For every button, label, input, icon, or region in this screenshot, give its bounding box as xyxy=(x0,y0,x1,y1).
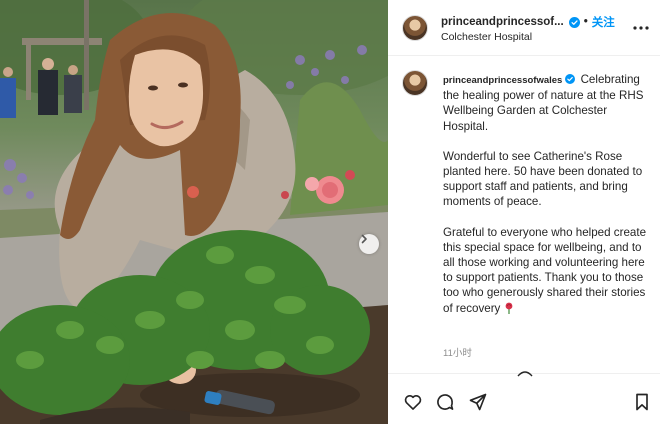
post-image[interactable] xyxy=(0,0,388,424)
chevron-right-icon xyxy=(361,234,367,244)
share-icon[interactable] xyxy=(468,392,488,412)
follow-button[interactable]: 关注 xyxy=(592,14,615,30)
scroll-indicator-icon xyxy=(517,371,533,377)
caption-body-2: Wonderful to see Catherine's Rose plante… xyxy=(443,149,643,209)
post-timestamp: 11小时 xyxy=(443,348,472,359)
bookmark-icon[interactable] xyxy=(632,392,652,412)
post-sidebar: princeandprincessof... • 关注 Colchester H… xyxy=(388,0,660,424)
caption-paragraph-1: princeandprincessofwales Celebrating the… xyxy=(443,72,651,134)
author-username[interactable]: princeandprincessof... xyxy=(441,16,564,28)
carousel-next-button[interactable] xyxy=(359,234,379,254)
more-horizontal-icon[interactable] xyxy=(631,21,651,35)
garden-photo xyxy=(0,0,388,424)
caption-paragraph-3: Grateful to everyone who helped create t… xyxy=(443,225,651,318)
rose-emoji xyxy=(504,302,514,318)
post-location[interactable]: Colchester Hospital xyxy=(441,31,532,43)
comment-icon[interactable] xyxy=(435,392,455,412)
post-header: princeandprincessof... • 关注 Colchester H… xyxy=(388,0,660,56)
caption-author-avatar[interactable] xyxy=(402,70,428,96)
verified-badge-icon xyxy=(565,74,576,84)
rose-icon xyxy=(505,302,512,314)
separator-dot: • xyxy=(583,16,588,28)
heart-icon[interactable] xyxy=(403,392,423,412)
author-row: princeandprincessof... • 关注 xyxy=(441,14,615,30)
caption-body-3: Grateful to everyone who helped create t… xyxy=(443,225,647,315)
author-avatar[interactable] xyxy=(402,15,428,41)
caption-paragraph-2: Wonderful to see Catherine's Rose plante… xyxy=(443,149,651,210)
caption-text: princeandprincessofwales Celebrating the… xyxy=(443,72,651,333)
caption-section: princeandprincessofwales Celebrating the… xyxy=(388,57,660,373)
verified-badge-icon xyxy=(568,16,580,28)
caption-username[interactable]: princeandprincessofwales xyxy=(443,75,562,86)
action-bar xyxy=(388,371,660,424)
